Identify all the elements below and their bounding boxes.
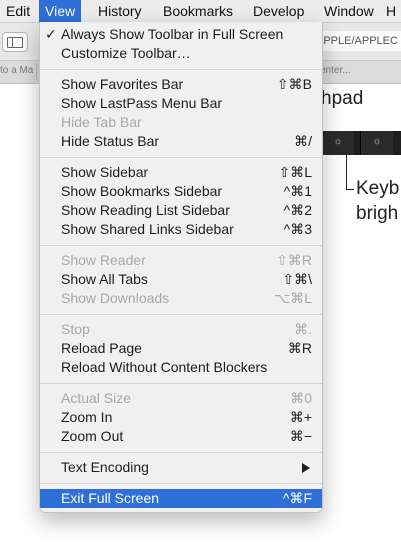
menu-item-zoom-out[interactable]: Zoom Out ⌘− (40, 427, 322, 446)
menu-item-show-favorites-bar[interactable]: Show Favorites Bar ⇧⌘B (40, 75, 322, 94)
menu-separator (40, 314, 322, 315)
menu-separator (40, 69, 322, 70)
menu-item-stop: Stop ⌘. (61, 321, 312, 337)
callout-text-line-2: brigh (356, 203, 399, 224)
menu-separator (40, 483, 322, 484)
callout-text-line-1: Keyb (356, 178, 400, 199)
menu-separator (40, 157, 322, 158)
brightness-down-key-icon: ☼ (321, 131, 354, 155)
menubar-history[interactable]: History (92, 0, 148, 22)
view-menu: ✓ Always Show Toolbar in Full Screen Cus… (39, 22, 323, 513)
menubar-view[interactable]: View (39, 0, 82, 22)
menubar-window[interactable]: Window (318, 0, 380, 22)
menu-separator (40, 452, 322, 453)
menu-bar: Edit View History Bookmarks Develop Wind… (0, 0, 401, 23)
menubar-bookmarks[interactable]: Bookmarks (157, 0, 239, 22)
address-bar[interactable]: APPLE/APPLEC (312, 31, 401, 51)
menu-item-text-encoding[interactable]: Text Encoding (40, 458, 322, 477)
tab-label-right[interactable]: enter... (320, 65, 351, 76)
menu-item-exit-full-screen[interactable]: Exit Full Screen ^⌘F (40, 489, 322, 508)
callout-line (346, 155, 347, 190)
menu-item-show-downloads: Show Downloads ⌥⌘L (61, 290, 312, 306)
callout-line (346, 189, 354, 190)
tab-divider (36, 64, 37, 80)
menubar-edit[interactable]: Edit (0, 0, 36, 22)
tab-label-left[interactable]: to a Ma (0, 65, 33, 76)
page-heading-fragment: hpad (321, 88, 364, 109)
menu-item-show-all-tabs[interactable]: Show All Tabs ⇧⌘\ (40, 270, 322, 289)
menu-separator (40, 383, 322, 384)
menubar-help[interactable]: H (380, 0, 401, 22)
menu-separator (40, 245, 322, 246)
menu-item-customize-toolbar[interactable]: Customize Toolbar… (40, 44, 322, 63)
menu-item-zoom-in[interactable]: Zoom In ⌘+ (40, 408, 322, 427)
menu-item-actual-size: Actual Size ⌘0 (61, 390, 312, 406)
menu-item-always-show-toolbar[interactable]: ✓ Always Show Toolbar in Full Screen (40, 25, 322, 44)
menu-item-show-reading-list-sidebar[interactable]: Show Reading List Sidebar ^⌘2 (40, 201, 322, 220)
submenu-arrow-icon (302, 463, 310, 473)
menubar-develop[interactable]: Develop (247, 0, 310, 22)
menu-item-show-lastpass-menu-bar[interactable]: Show LastPass Menu Bar (40, 94, 322, 113)
menu-item-hide-status-bar[interactable]: Hide Status Bar ⌘/ (40, 132, 322, 151)
brightness-up-key-icon: ☼ (360, 131, 393, 155)
sidebar-toggle-icon[interactable] (2, 32, 28, 52)
menu-item-reload-page[interactable]: Reload Page ⌘R (40, 339, 322, 358)
menu-item-show-sidebar[interactable]: Show Sidebar ⇧⌘L (40, 163, 322, 182)
menu-item-show-bookmarks-sidebar[interactable]: Show Bookmarks Sidebar ^⌘1 (40, 182, 322, 201)
checkmark-icon: ✓ (45, 26, 57, 42)
menu-item-show-reader: Show Reader ⇧⌘R (61, 252, 312, 268)
menu-item-hide-tab-bar: Hide Tab Bar (61, 114, 142, 130)
menu-item-show-shared-links-sidebar[interactable]: Show Shared Links Sidebar ^⌘3 (40, 220, 322, 239)
menu-item-reload-without-content-blockers[interactable]: Reload Without Content Blockers (40, 358, 322, 377)
